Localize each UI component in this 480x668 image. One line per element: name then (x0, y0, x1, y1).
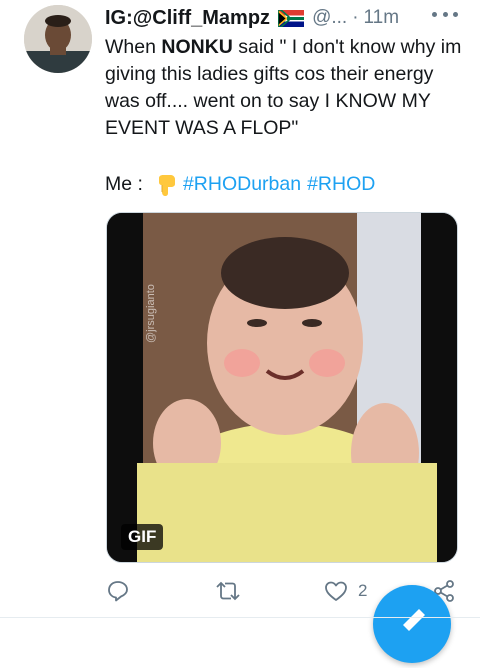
avatar[interactable] (24, 5, 92, 73)
user-handle[interactable]: @... (312, 7, 347, 29)
south-africa-flag-icon (277, 8, 305, 28)
hashtag-link[interactable]: #RHODurban (183, 171, 301, 198)
compose-tweet-icon (373, 609, 451, 667)
display-name[interactable]: IG:@Cliff_Mampz (105, 7, 270, 30)
more-options-icon[interactable] (432, 4, 458, 24)
gif-media[interactable]: @jrsugianto GIF (106, 212, 458, 563)
me-label: Me : (105, 173, 143, 195)
more-dot (442, 11, 448, 17)
reply-button[interactable] (106, 575, 130, 607)
more-dot (432, 11, 437, 17)
retweet-button[interactable] (214, 575, 242, 607)
avatar-image (24, 5, 92, 73)
heart-icon (324, 579, 348, 603)
like-count: 2 (358, 581, 368, 600)
gif-badge: GIF (121, 524, 164, 550)
me-line: Me : #RHODurban #RHOD (105, 171, 375, 198)
gif-frame-image (107, 213, 457, 562)
tweet-divider (0, 617, 480, 618)
separator-dot: · (352, 7, 359, 28)
reply-icon (106, 579, 130, 603)
tweet-header: IG:@Cliff_Mampz @... · 11m (105, 6, 460, 30)
backhand-index-pointing-down-icon (157, 173, 177, 197)
tweet-text-pre: When (105, 36, 162, 58)
gif-watermark: @jrsugianto (145, 284, 157, 343)
compose-tweet-button[interactable] (373, 585, 451, 663)
timestamp[interactable]: 11m (364, 7, 400, 29)
tweet-text-bold: NONKU (161, 36, 233, 58)
more-dot (453, 11, 458, 17)
hashtag-link[interactable]: #RHOD (307, 171, 375, 198)
like-button[interactable]: 2 (324, 575, 367, 607)
retweet-icon (214, 579, 242, 603)
tweet-text: When NONKU said " I don't know why im gi… (105, 34, 465, 142)
